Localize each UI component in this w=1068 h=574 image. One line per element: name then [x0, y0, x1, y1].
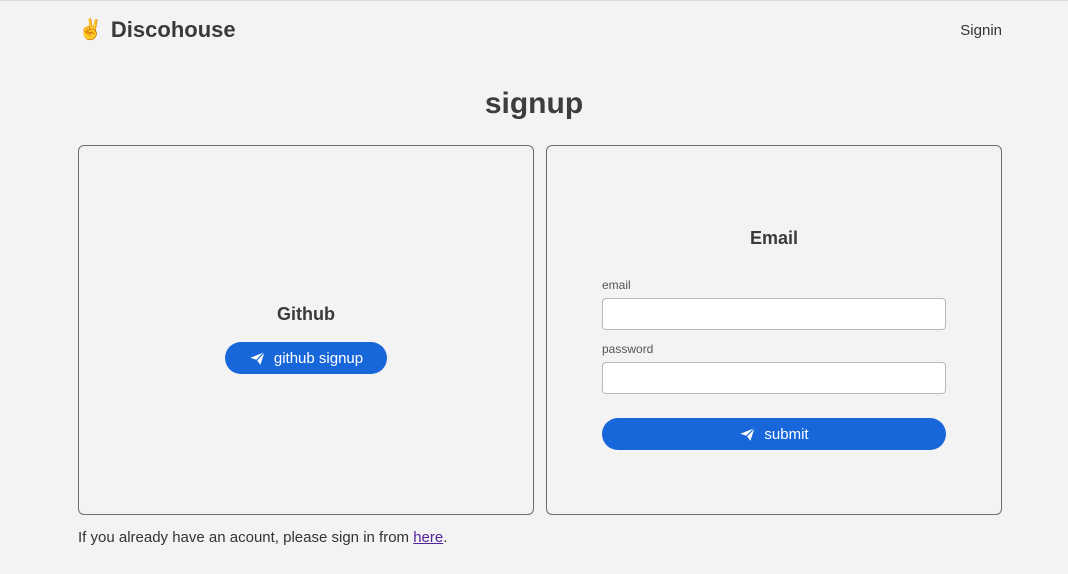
- email-signup-panel: Email email password submit: [546, 145, 1002, 515]
- password-field[interactable]: [602, 362, 946, 394]
- submit-button[interactable]: submit: [602, 418, 946, 450]
- github-signup-button[interactable]: github signup: [225, 342, 387, 374]
- paper-plane-icon: [250, 351, 265, 365]
- signin-link[interactable]: Signin: [960, 22, 1002, 39]
- signin-hint-period: .: [443, 529, 448, 546]
- signin-hint-text: If you already have an acount, please si…: [78, 529, 414, 546]
- brand-logo[interactable]: ✌️ Discohouse: [78, 17, 236, 43]
- email-field-label: email: [602, 278, 631, 292]
- github-heading: Github: [277, 304, 335, 324]
- paper-plane-icon: [740, 427, 756, 441]
- github-signup-label: github signup: [273, 349, 364, 367]
- submit-label: submit: [764, 425, 809, 443]
- password-field-label: password: [602, 342, 654, 356]
- signin-here-link[interactable]: here: [413, 529, 443, 546]
- brand-name: Discohouse: [110, 17, 236, 42]
- signin-hint: If you already have an acount, please si…: [78, 529, 447, 546]
- github-signup-panel: Github github signup: [78, 145, 534, 515]
- page-title: signup: [484, 87, 584, 120]
- victory-hand-icon: ✌️: [78, 19, 103, 41]
- email-heading: Email: [749, 228, 799, 248]
- email-field[interactable]: [602, 298, 946, 330]
- top-header: ✌️ Discohouse Signin: [78, 15, 1002, 45]
